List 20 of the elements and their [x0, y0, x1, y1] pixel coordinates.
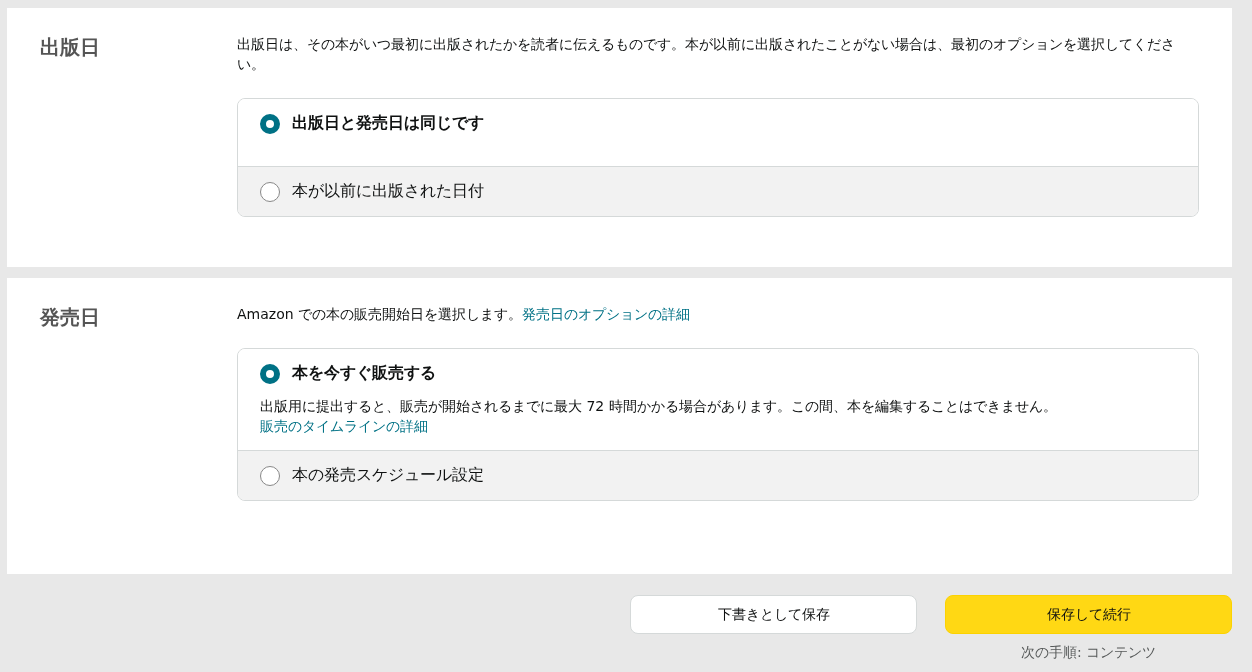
help-link[interactable]: 発売日のオプションの詳細: [522, 306, 691, 322]
option-label: 出版日と発売日は同じです: [292, 113, 484, 134]
radio-option[interactable]: 本の発売スケジュール設定: [238, 450, 1198, 500]
option-note: 出版用に提出すると、販売が開始されるまでに最大 72 時間かかる場合があります。この間、本を編集することはできません。 販売のタイムラインの詳細: [260, 397, 1058, 436]
section-title: 出版日: [40, 34, 101, 61]
section-description: Amazon での本の販売開始日を選択します。発売日のオプションの詳細: [237, 305, 692, 324]
section-title: 発売日: [40, 304, 101, 331]
option-label: 本が以前に出版された日付: [292, 181, 484, 202]
radio-button[interactable]: [260, 465, 280, 486]
radio-option[interactable]: 本が以前に出版された日付: [238, 166, 1198, 216]
option-label: 本を今すぐ販売する: [292, 363, 436, 384]
radio-button[interactable]: [260, 363, 280, 384]
option-label: 本の発売スケジュール設定: [292, 465, 484, 486]
help-link[interactable]: 販売のタイムラインの詳細: [260, 418, 428, 434]
save-draft-button[interactable]: 下書きとして保存: [630, 595, 917, 634]
save-continue-button[interactable]: 保存して続行: [945, 595, 1232, 634]
radio-button[interactable]: [260, 181, 280, 202]
section-description: 出版日は、その本がいつ最初に出版されたかを読者に伝えるものです。本が以前に出版されたことがない場合は、最初のオプションを選択してください。: [237, 35, 1176, 74]
radio-button[interactable]: [260, 113, 280, 134]
next-step-text: 次の手順: コンテンツ: [1020, 644, 1157, 662]
